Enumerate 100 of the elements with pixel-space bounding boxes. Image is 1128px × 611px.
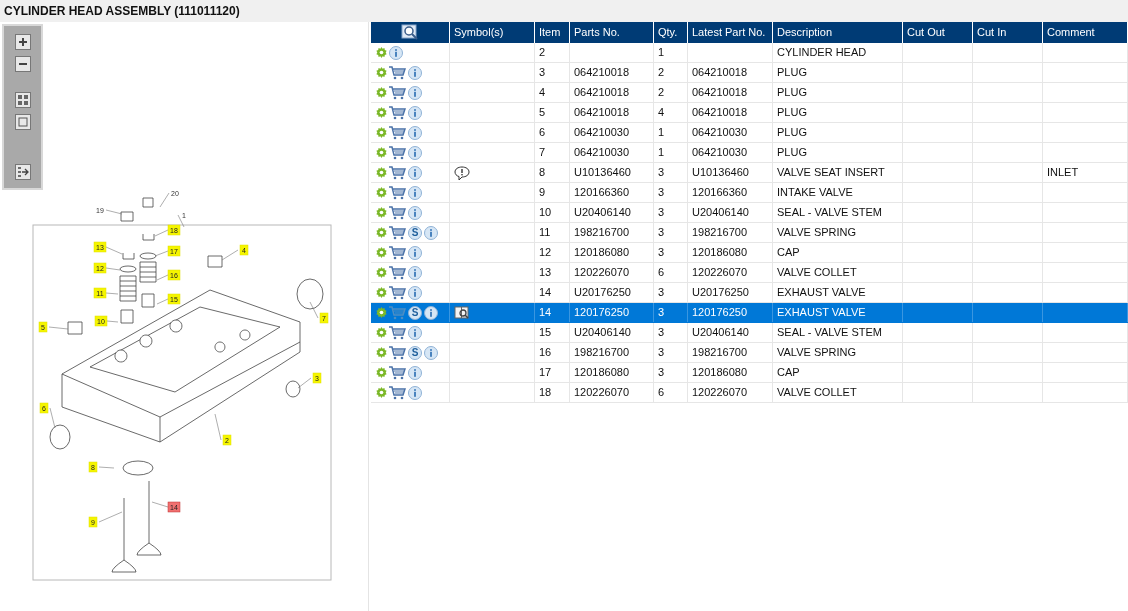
cart-icon[interactable] — [389, 325, 406, 340]
gear-icon[interactable] — [376, 247, 387, 258]
table-cell-text: 064210018 — [692, 65, 748, 81]
parts-row[interactable]: 3 064210018 2 064210018 PLUG — [371, 63, 1128, 83]
service-badge[interactable]: S — [408, 305, 422, 320]
cart-icon[interactable] — [389, 65, 406, 80]
info-icon[interactable] — [424, 345, 438, 360]
parts-row[interactable]: 4 064210018 2 064210018 PLUG — [371, 83, 1128, 103]
cart-icon[interactable] — [389, 85, 406, 100]
cart-icon[interactable] — [389, 345, 406, 360]
column-header[interactable]: Latest Part No. — [692, 24, 766, 41]
cart-icon[interactable] — [389, 365, 406, 380]
table-cell-text: U10136460 — [692, 165, 749, 181]
cart-icon[interactable] — [389, 285, 406, 300]
gear-icon[interactable] — [376, 227, 387, 238]
gear-icon[interactable] — [376, 87, 387, 98]
gear-icon[interactable] — [376, 367, 387, 378]
parts-row[interactable]: 6 064210030 1 064210030 PLUG — [371, 123, 1128, 143]
cart-icon[interactable] — [389, 385, 406, 400]
info-icon[interactable] — [408, 185, 422, 200]
parts-row[interactable]: 12 120186080 3 120186080 CAP — [371, 243, 1128, 263]
parts-row[interactable]: 10 U20406140 3 U20406140 SEAL - VALVE STEM — [371, 203, 1128, 223]
table-cell-text: 120186080 — [692, 365, 748, 381]
zoom-out-icon[interactable] — [14, 56, 31, 72]
info-icon[interactable] — [408, 245, 422, 260]
gear-icon[interactable] — [376, 307, 387, 318]
parts-row[interactable]: 18 120226070 6 120226070 VALVE COLLET — [371, 383, 1128, 403]
table-cell-text: 120186080 — [692, 245, 748, 261]
gear-icon[interactable] — [376, 207, 387, 218]
table-cell-text: 064210030 — [574, 145, 630, 161]
info-icon[interactable] — [408, 285, 422, 300]
zoom-in-icon[interactable] — [14, 34, 31, 50]
list-arrow-icon[interactable] — [14, 164, 31, 180]
column-header[interactable]: Symbol(s) — [454, 24, 504, 41]
gear-icon[interactable] — [376, 327, 387, 338]
parts-row[interactable]: 9 120166360 3 120166360 INTAKE VALVE — [371, 183, 1128, 203]
info-icon[interactable] — [408, 85, 422, 100]
info-icon[interactable] — [408, 145, 422, 160]
info-icon[interactable] — [424, 305, 438, 320]
info-icon[interactable] — [408, 105, 422, 120]
info-icon[interactable] — [408, 325, 422, 340]
gear-icon[interactable] — [376, 387, 387, 398]
search-icon[interactable] — [401, 24, 419, 41]
cart-icon[interactable] — [389, 185, 406, 200]
cart-icon[interactable] — [389, 225, 406, 240]
parts-row[interactable]: 17 120186080 3 120186080 CAP — [371, 363, 1128, 383]
info-icon[interactable] — [408, 205, 422, 220]
info-icon[interactable] — [408, 365, 422, 380]
column-header[interactable]: Comment — [1047, 24, 1095, 41]
info-icon[interactable] — [424, 225, 438, 240]
parts-row[interactable]: 8 U10136460 3 U10136460 VALVE SEAT INSERT INLET — [371, 163, 1128, 183]
column-header[interactable]: Cut Out — [907, 24, 945, 41]
gear-icon[interactable] — [376, 167, 387, 178]
fit-grid-icon[interactable] — [14, 92, 31, 108]
cart-icon[interactable] — [389, 265, 406, 280]
parts-row[interactable]: 13 120226070 6 120226070 VALVE COLLET — [371, 263, 1128, 283]
info-icon[interactable] — [408, 385, 422, 400]
parts-row[interactable]: 14 U20176250 3 U20176250 EXHAUST VALVE — [371, 283, 1128, 303]
info-icon[interactable] — [408, 65, 422, 80]
gear-icon[interactable] — [376, 347, 387, 358]
parts-row[interactable]: 2 1 CYLINDER HEAD — [371, 43, 1128, 63]
gear-icon[interactable] — [376, 127, 387, 138]
gear-icon[interactable] — [376, 147, 387, 158]
cart-icon[interactable] — [389, 145, 406, 160]
column-header[interactable]: Parts No. — [574, 24, 620, 41]
parts-row[interactable]: S 14 120176250 3 120176250 EXHAUST VALVE — [371, 303, 1128, 323]
table-cell-text: 6 — [658, 385, 665, 401]
table-cell-text: 14 — [539, 285, 552, 301]
service-badge[interactable]: S — [408, 345, 422, 360]
info-icon[interactable] — [408, 165, 422, 180]
gear-icon[interactable] — [376, 267, 387, 278]
gear-icon[interactable] — [376, 287, 387, 298]
parts-row[interactable]: 5 064210018 4 064210018 PLUG — [371, 103, 1128, 123]
table-cell-text: SEAL - VALVE STEM — [777, 205, 882, 221]
gear-icon[interactable] — [376, 107, 387, 118]
gear-icon[interactable] — [376, 47, 387, 58]
column-header[interactable]: Qty. — [658, 24, 678, 41]
gear-icon[interactable] — [376, 187, 387, 198]
cart-icon[interactable] — [389, 245, 406, 260]
cart-icon[interactable] — [389, 125, 406, 140]
info-icon[interactable] — [389, 45, 403, 60]
parts-row[interactable]: S 11 198216700 3 198216700 VALVE SPRING — [371, 223, 1128, 243]
parts-row[interactable]: S 16 198216700 3 198216700 VALVE SPRING — [371, 343, 1128, 363]
cart-icon[interactable] — [389, 205, 406, 220]
table-cell-text: 198216700 — [692, 225, 748, 241]
column-header[interactable]: Description — [777, 24, 833, 41]
info-icon[interactable] — [408, 125, 422, 140]
table-cell-text: 2 — [658, 85, 665, 101]
service-badge[interactable]: S — [408, 225, 422, 240]
parts-row[interactable]: 7 064210030 1 064210030 PLUG — [371, 143, 1128, 163]
column-header[interactable]: Item — [539, 24, 561, 41]
fit-page-icon[interactable] — [14, 114, 31, 130]
info-icon[interactable] — [408, 265, 422, 280]
gear-icon[interactable] — [376, 67, 387, 78]
column-header[interactable]: Cut In — [977, 24, 1007, 41]
parts-row[interactable]: 15 U20406140 3 U20406140 SEAL - VALVE STEM — [371, 323, 1128, 343]
cart-icon[interactable] — [389, 165, 406, 180]
cart-icon[interactable] — [389, 105, 406, 120]
table-cell-text: 12 — [539, 245, 552, 261]
table-cell-text: VALVE SPRING — [777, 345, 857, 361]
